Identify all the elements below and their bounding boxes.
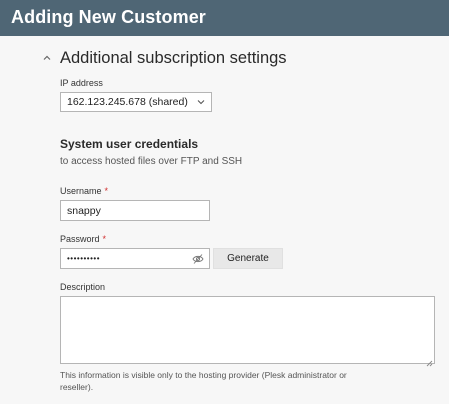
username-value: snappy (67, 204, 101, 217)
username-label: Username * (60, 186, 108, 196)
generate-password-button[interactable]: Generate (213, 248, 283, 269)
password-input[interactable]: •••••••••• (60, 248, 210, 269)
description-textarea[interactable] (60, 296, 435, 367)
section-toggle-additional-settings[interactable]: Additional subscription settings (40, 47, 287, 69)
chevron-down-icon (196, 97, 206, 107)
ip-address-select[interactable]: 162.123.245.678 (shared) (60, 92, 212, 112)
credentials-heading: System user credentials (60, 137, 199, 151)
section-title: Additional subscription settings (60, 48, 287, 67)
required-marker: * (102, 234, 107, 244)
resize-grip-icon[interactable] (425, 354, 433, 367)
ip-address-label: IP address (60, 78, 103, 88)
credentials-note: to access hosted files over FTP and SSH (60, 156, 243, 167)
password-label-text: Password (60, 234, 100, 244)
page-title: Adding New Customer (11, 7, 206, 27)
password-value: •••••••••• (67, 254, 101, 263)
ip-address-selected-value: 162.123.245.678 (shared) (67, 96, 188, 108)
password-label: Password * (60, 234, 106, 244)
title-bar: Adding New Customer (0, 0, 449, 36)
username-input[interactable]: snappy (60, 200, 210, 221)
required-marker: * (104, 186, 109, 196)
chevron-up-icon[interactable] (40, 51, 54, 65)
description-label: Description (60, 282, 106, 292)
username-label-text: Username (60, 186, 102, 196)
eye-slash-icon[interactable] (192, 253, 204, 265)
description-help-text: This information is visible only to the … (60, 370, 347, 392)
